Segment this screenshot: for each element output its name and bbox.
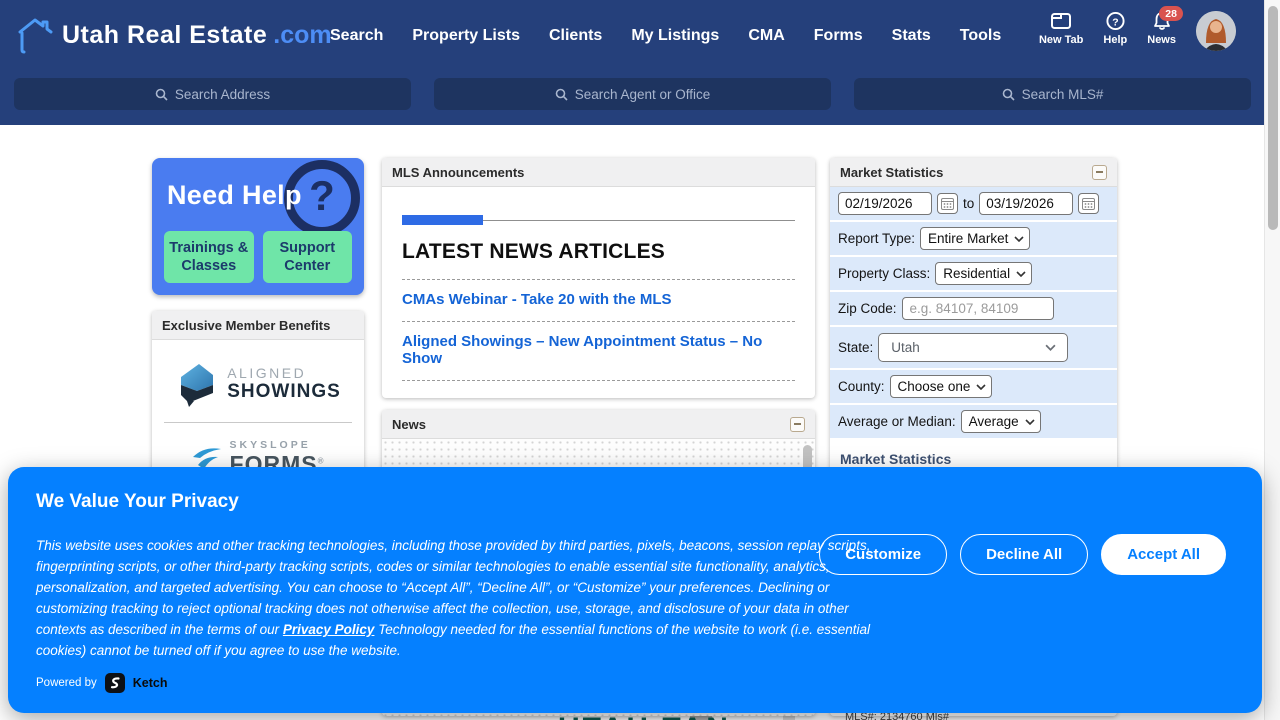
- aligned-showings-logo[interactable]: ALIGNED SHOWINGS: [160, 352, 356, 422]
- top-navigation-bar: Utah Real Estate.com Search Property Lis…: [0, 0, 1264, 125]
- agent-office-search-input[interactable]: Search Agent or Office: [434, 78, 831, 110]
- support-center-button[interactable]: Support Center: [263, 231, 353, 283]
- brand-suffix: .com: [273, 21, 331, 50]
- divider: [402, 380, 795, 381]
- state-select[interactable]: Utah: [878, 333, 1068, 362]
- nav-search[interactable]: Search: [330, 27, 383, 45]
- market-statistics-header: Market Statistics: [830, 158, 1117, 187]
- chevron-down-icon: [1045, 344, 1056, 351]
- zip-code-row: Zip Code:: [830, 292, 1117, 327]
- page-scrollbar-thumb[interactable]: [1268, 6, 1278, 230]
- start-date-input[interactable]: [838, 192, 932, 215]
- chevron-down-icon: [976, 384, 986, 390]
- new-tab-button[interactable]: New Tab: [1039, 11, 1083, 46]
- decline-all-button[interactable]: Decline All: [960, 534, 1088, 575]
- svg-text:?: ?: [1112, 17, 1118, 28]
- new-tab-icon: [1050, 11, 1072, 31]
- brand-name: Utah Real Estate: [62, 21, 267, 50]
- state-label: State:: [838, 340, 873, 355]
- date-range-row: to: [830, 187, 1117, 222]
- news-article-link[interactable]: CMAs Webinar - Take 20 with the MLS: [402, 280, 795, 319]
- chevron-down-icon: [1016, 271, 1026, 277]
- county-row: County: Choose one: [830, 370, 1117, 405]
- mls-announcements-header: MLS Announcements: [382, 158, 815, 187]
- news-button[interactable]: 28 News: [1147, 11, 1176, 46]
- calendar-icon[interactable]: [937, 193, 958, 214]
- average-median-row: Average or Median: Average: [830, 405, 1117, 438]
- avatar-photo: [1196, 11, 1236, 51]
- help-icon: ?: [1105, 11, 1126, 31]
- report-type-label: Report Type:: [838, 231, 915, 246]
- nav-cma[interactable]: CMA: [748, 27, 784, 45]
- nav-tools[interactable]: Tools: [960, 27, 1001, 45]
- date-to-label: to: [963, 196, 974, 211]
- latest-news-heading: LATEST NEWS ARTICLES: [402, 240, 795, 264]
- results-title: Market Statistics: [840, 451, 1107, 467]
- site-logo[interactable]: Utah Real Estate.com: [14, 15, 332, 55]
- nav-stats[interactable]: Stats: [892, 27, 931, 45]
- trainings-classes-button[interactable]: Trainings & Classes: [164, 231, 254, 283]
- cookie-banner-title: We Value Your Privacy: [36, 491, 239, 513]
- report-type-row: Report Type: Entire Market: [830, 222, 1117, 257]
- search-icon: [1002, 88, 1015, 101]
- nav-clients[interactable]: Clients: [549, 27, 602, 45]
- average-median-label: Average or Median:: [838, 414, 956, 429]
- page: UTAH TAN MLS#: 2134760 Mls# Utah Real Es…: [0, 0, 1280, 720]
- property-class-row: Property Class: Residential: [830, 257, 1117, 292]
- accept-all-button[interactable]: Accept All: [1101, 534, 1226, 575]
- member-benefits-header: Exclusive Member Benefits: [152, 311, 364, 340]
- cookie-banner-text: This website uses cookies and other trac…: [36, 535, 884, 661]
- nav-my-listings[interactable]: My Listings: [631, 27, 719, 45]
- nav-forms[interactable]: Forms: [814, 27, 863, 45]
- average-median-select[interactable]: Average: [961, 410, 1041, 433]
- carousel-progress-bar: [402, 215, 795, 225]
- page-scrollbar[interactable]: [1264, 0, 1280, 720]
- collapse-panel-button[interactable]: [790, 417, 805, 432]
- chevron-down-icon: [1014, 236, 1024, 242]
- member-benefits-panel: Exclusive Member Benefits ALIGNED SHOWIN…: [152, 311, 364, 481]
- powered-by-ketch[interactable]: Powered by Ketch: [36, 673, 167, 693]
- chevron-down-icon: [1025, 419, 1035, 425]
- search-icon: [555, 88, 568, 101]
- mls-number-search-input[interactable]: Search MLS#: [854, 78, 1251, 110]
- zip-code-input[interactable]: [902, 297, 1054, 320]
- property-class-label: Property Class:: [838, 266, 930, 281]
- customize-button[interactable]: Customize: [819, 534, 947, 575]
- address-search-input[interactable]: Search Address: [14, 78, 411, 110]
- search-icon: [155, 88, 168, 101]
- quick-search-row: Search Address Search Agent or Office Se…: [14, 78, 1251, 110]
- collapse-panel-button[interactable]: [1092, 165, 1107, 180]
- mls-announcements-panel: MLS Announcements LATEST NEWS ARTICLES C…: [382, 158, 815, 398]
- state-row: State: Utah: [830, 327, 1117, 370]
- property-class-select[interactable]: Residential: [935, 262, 1032, 285]
- county-select[interactable]: Choose one: [890, 375, 993, 398]
- end-date-input[interactable]: [979, 192, 1073, 215]
- house-logo-icon: [14, 15, 56, 55]
- need-help-title: Need Help: [167, 180, 302, 211]
- main-nav: Search Property Lists Clients My Listing…: [330, 27, 1001, 45]
- news-badge: 28: [1159, 6, 1183, 21]
- calendar-icon[interactable]: [1078, 193, 1099, 214]
- help-button[interactable]: ? Help: [1103, 11, 1127, 46]
- need-help-card: ? Need Help Trainings & Classes Support …: [152, 158, 364, 295]
- clipped-headline-fragment: UTAH TAN: [558, 712, 731, 720]
- news-article-link[interactable]: Aligned Showings – New Appointment Statu…: [402, 322, 795, 378]
- ketch-logo-icon: [105, 673, 125, 693]
- zip-code-label: Zip Code:: [838, 301, 897, 316]
- news-header: News: [382, 410, 815, 439]
- aligned-showings-icon: [175, 360, 219, 408]
- nav-property-lists[interactable]: Property Lists: [412, 27, 520, 45]
- header-actions: New Tab ? Help 28 News: [1039, 11, 1236, 51]
- privacy-policy-link[interactable]: Privacy Policy: [283, 622, 375, 637]
- county-label: County:: [838, 379, 885, 394]
- report-type-select[interactable]: Entire Market: [920, 227, 1030, 250]
- user-avatar[interactable]: [1196, 11, 1236, 51]
- cookie-consent-banner: We Value Your Privacy This website uses …: [8, 467, 1262, 713]
